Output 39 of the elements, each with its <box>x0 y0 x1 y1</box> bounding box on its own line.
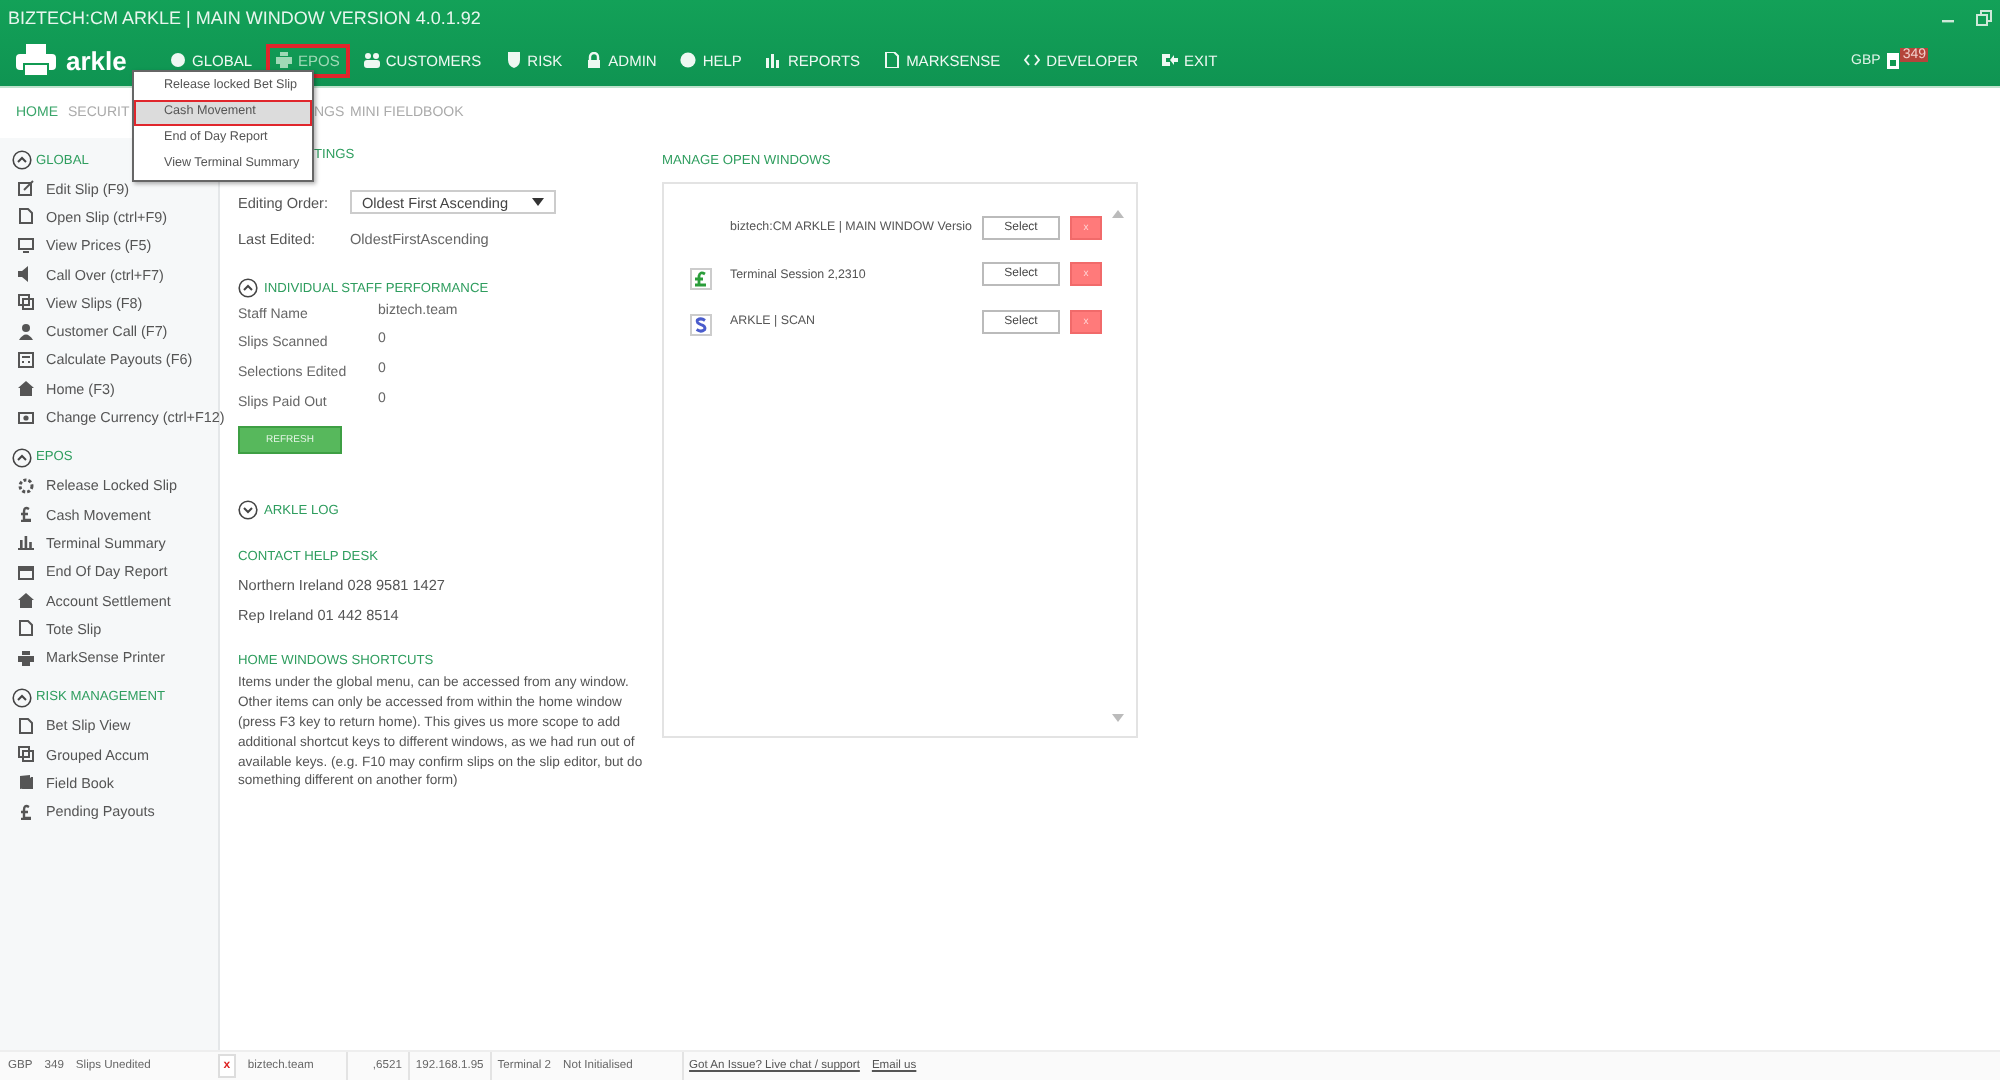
calc-icon <box>18 351 34 368</box>
house-icon <box>18 380 34 397</box>
monitor-icon <box>18 237 34 254</box>
shield-icon <box>505 52 522 68</box>
doc-icon <box>18 717 34 734</box>
lock-icon <box>586 52 603 68</box>
collapse-icon[interactable] <box>12 687 32 708</box>
pound-icon <box>18 803 34 820</box>
doc-icon <box>18 620 34 637</box>
restore-icon[interactable] <box>1976 9 1992 25</box>
s-letter-icon <box>690 314 712 337</box>
printer-icon <box>18 649 34 666</box>
house-icon <box>18 592 34 608</box>
code-icon <box>1024 52 1041 68</box>
pound-icon <box>690 267 712 290</box>
edit-icon <box>18 180 34 197</box>
doc-icon <box>18 208 34 225</box>
caret-icon <box>532 198 544 206</box>
collapse-icon[interactable] <box>12 447 32 468</box>
exit-icon <box>1162 52 1179 68</box>
document-icon[interactable] <box>1886 51 1901 69</box>
chart-icon <box>765 52 782 68</box>
collapse-icon[interactable] <box>12 150 32 170</box>
money-icon <box>18 409 34 426</box>
copy-icon <box>18 746 34 763</box>
people-icon <box>363 52 380 68</box>
speaker-icon <box>18 266 34 283</box>
logo-text: arkle <box>66 45 127 75</box>
expand-icon[interactable] <box>238 500 258 521</box>
printer-icon <box>276 52 293 68</box>
collapse-icon[interactable] <box>238 278 258 298</box>
printer-logo-icon <box>16 44 56 76</box>
window-title: BIZTECH:CM ARKLE | MAIN WINDOW VERSION 4.0.1.92 <box>8 7 481 27</box>
doc-icon <box>884 52 901 68</box>
chart-icon <box>18 534 34 551</box>
copy-icon <box>18 294 34 311</box>
person-icon <box>18 323 34 340</box>
pound-icon <box>18 506 34 523</box>
calendar-icon <box>18 563 34 580</box>
